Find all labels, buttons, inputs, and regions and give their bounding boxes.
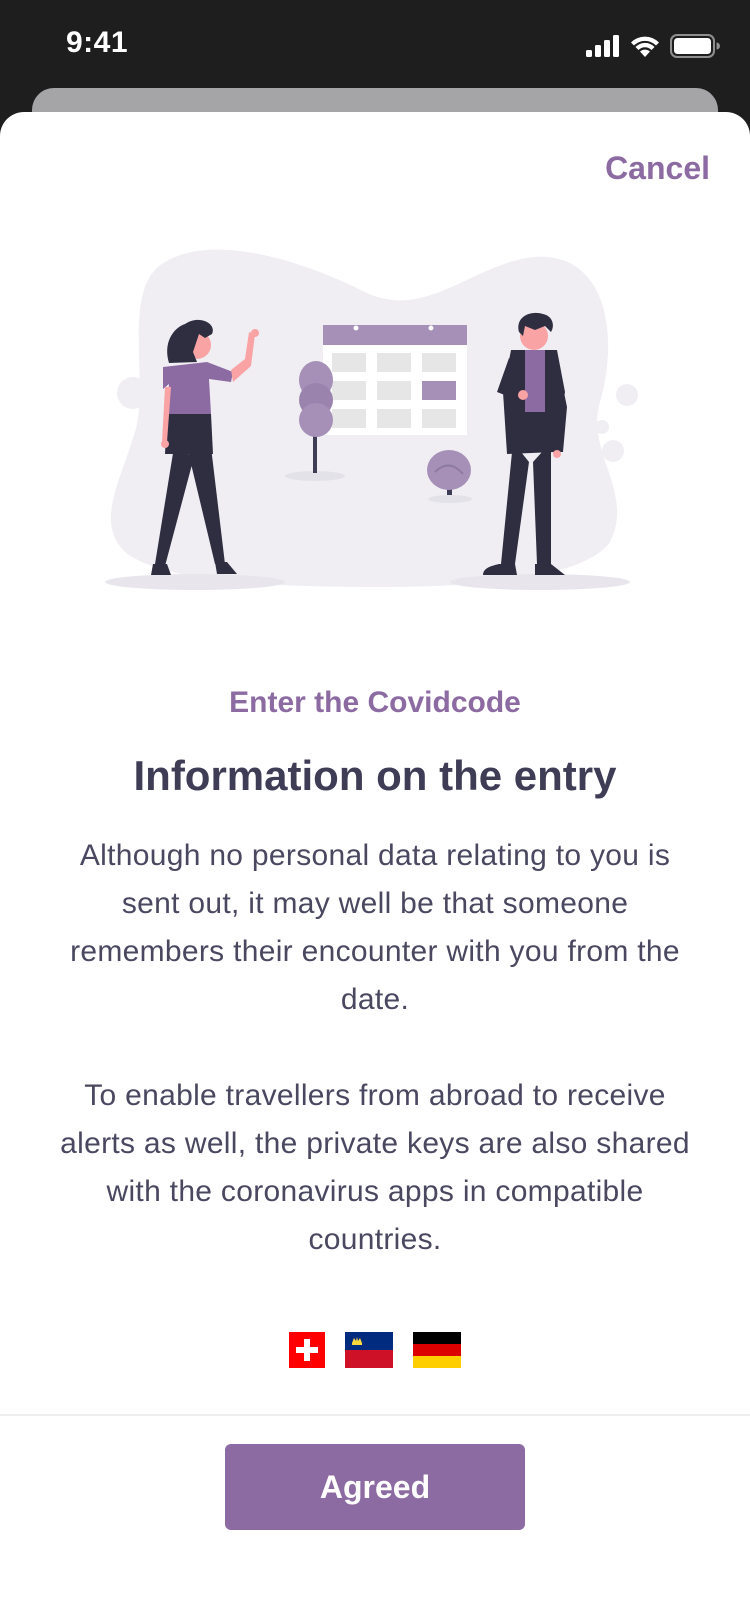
screen-subtitle: Enter the Covidcode: [229, 686, 521, 719]
signal-icon: [586, 35, 619, 57]
liechtenstein-flag: [345, 1332, 393, 1368]
battery-icon: [670, 34, 720, 58]
switzerland-flag: [289, 1332, 325, 1368]
agreed-button[interactable]: Agreed: [225, 1444, 525, 1530]
country-flags: [0, 1332, 750, 1368]
footer-divider: [0, 1414, 750, 1416]
status-time: 9:41: [66, 26, 129, 59]
modal-sheet: Cancel Enter the Covidcode Information o…: [0, 112, 750, 1624]
info-paragraph-2: To enable travellers from abroad to rece…: [60, 1079, 690, 1256]
calendar: [323, 325, 467, 435]
people-calendar-illustration: [105, 249, 638, 590]
wifi-icon: [631, 36, 659, 57]
page-title: Information on the entry: [133, 752, 617, 799]
cancel-button[interactable]: Cancel: [605, 150, 710, 187]
status-bar: 9:41: [0, 0, 750, 92]
germany-flag: [413, 1332, 461, 1368]
status-icons: [586, 32, 720, 60]
info-paragraph-1: Although no personal data relating to yo…: [70, 839, 680, 1016]
